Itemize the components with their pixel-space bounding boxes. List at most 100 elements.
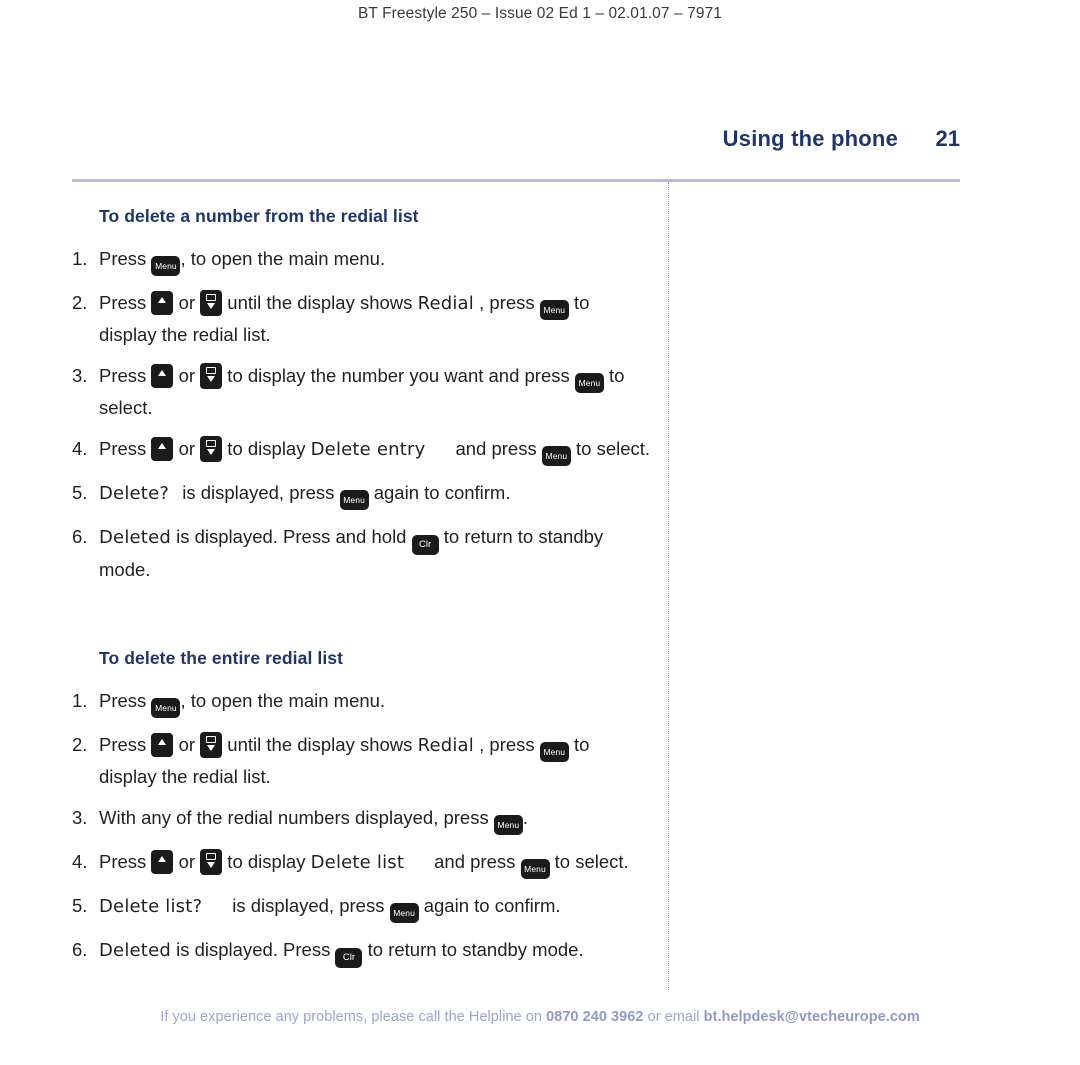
steps-list: 1. Press Menu, to open the main menu. 2. Pr… (72, 686, 652, 968)
up-arrow-key-icon (151, 291, 174, 315)
section-heading: To delete the entire redial list (99, 648, 344, 668)
footer-mid-text: or email (643, 1009, 704, 1025)
step-text: Press (99, 438, 152, 459)
step-item: 1. Press Menu, to open the main menu. (72, 244, 652, 276)
clr-key-icon: Clr (411, 535, 439, 555)
step-text: and press (434, 851, 521, 872)
step-text: to display the number you want and press (222, 365, 575, 386)
running-header: BT Freestyle 250 – Issue 02 Ed 1 – 02.01… (357, 5, 723, 22)
down-arrow-key-icon (200, 290, 223, 316)
display-glyph-icon (206, 736, 217, 743)
step-number: 6. (72, 939, 88, 960)
step-text: , to open the main menu. (180, 248, 386, 269)
section-heading: To delete a number from the redial list (99, 206, 419, 226)
step-number: 2. (72, 292, 88, 313)
display-glyph-icon (206, 853, 217, 860)
step-text: and press (455, 438, 542, 459)
step-text: Press (99, 734, 152, 755)
lcd-display-text: Delete list (310, 852, 405, 873)
display-glyph-icon (206, 367, 217, 374)
step-number: 4. (72, 851, 88, 872)
menu-key-icon: Menu (520, 859, 550, 879)
helpline-footer: If you experience any problems, please c… (0, 1009, 1080, 1025)
step-text: is displayed, press (232, 895, 390, 916)
footer-email-address: bt.helpdesk@vtecheurope.com (703, 1009, 920, 1025)
lcd-display-text: Deleted (99, 527, 171, 548)
step-text: until the display shows (222, 292, 418, 313)
step-number: 3. (72, 365, 88, 386)
step-item: 4. Press or to display Delete list and pre… (72, 847, 652, 879)
column-divider (668, 182, 669, 990)
lcd-display-text: Deleted (99, 940, 171, 961)
step-item: 5. Delete? is displayed, press Menu again… (72, 478, 652, 510)
step-text: , to open the main menu. (180, 690, 386, 711)
step-text: Press (99, 248, 152, 269)
step-text: to display (222, 438, 311, 459)
step-number: 6. (72, 526, 88, 547)
down-arrow-key-icon (200, 849, 223, 875)
menu-key-icon: Menu (151, 698, 181, 718)
step-number: 5. (72, 482, 88, 503)
down-arrow-key-icon (200, 732, 223, 758)
step-number: 1. (72, 248, 88, 269)
step-text: or (173, 438, 201, 459)
content-column: To delete a number from the redial list 1… (72, 206, 652, 980)
step-text: Press (99, 292, 152, 313)
step-item: 1. Press Menu, to open the main menu. (72, 686, 652, 718)
menu-key-icon: Menu (574, 373, 604, 393)
step-item: 2. Press or until the display shows Redia… (72, 288, 652, 349)
display-glyph-icon (206, 294, 217, 301)
page-number: 21 (935, 126, 960, 151)
step-text: With any of the redial numbers displayed… (99, 807, 494, 828)
up-arrow-key-icon (151, 364, 174, 388)
step-text: Press (99, 690, 152, 711)
step-text: or (173, 292, 201, 313)
menu-key-icon: Menu (493, 815, 523, 835)
lcd-display-text: Redial (417, 293, 474, 314)
page-section-title: Using the phone (722, 126, 898, 151)
step-text: or (173, 365, 201, 386)
step-item: 6. Deleted is displayed. Press and hold C… (72, 522, 652, 584)
step-item: 3. With any of the redial numbers display… (72, 803, 652, 835)
step-text: . (522, 807, 528, 828)
step-item: 2. Press or until the display shows Redia… (72, 730, 652, 791)
lcd-display-text: Redial (417, 735, 474, 756)
menu-key-icon: Menu (339, 490, 369, 510)
step-text: is displayed. Press (170, 939, 336, 960)
sections-root: To delete a number from the redial list 1… (72, 206, 652, 968)
step-text: or (173, 851, 201, 872)
clr-key-icon: Clr (335, 948, 363, 968)
page-header: Using the phone 21 (72, 126, 960, 152)
step-number: 2. (72, 734, 88, 755)
step-text: to return to standby mode. (362, 939, 584, 960)
up-arrow-key-icon (151, 733, 174, 757)
down-arrow-key-icon (200, 363, 223, 389)
step-item: 4. Press or to display Delete entry and pr… (72, 434, 652, 466)
down-arrow-key-icon (200, 436, 223, 462)
menu-key-icon: Menu (539, 300, 569, 320)
step-text: , press (474, 734, 540, 755)
menu-key-icon: Menu (389, 903, 419, 923)
step-text: Press (99, 851, 152, 872)
step-text: , press (474, 292, 540, 313)
step-item: 6. Deleted is displayed. Press Clr to ret… (72, 935, 652, 968)
step-text: Press (99, 365, 152, 386)
footer-phone-number: 0870 240 3962 (546, 1009, 644, 1025)
steps-list: 1. Press Menu, to open the main menu. 2. Pr… (72, 244, 652, 584)
step-number: 5. (72, 895, 88, 916)
step-text: is displayed, press (177, 482, 340, 503)
lcd-display-text: Delete list? (99, 896, 203, 917)
menu-key-icon: Menu (151, 256, 181, 276)
step-text: to select. (570, 438, 651, 459)
up-arrow-key-icon (151, 437, 174, 461)
step-text: is displayed. Press and hold (170, 526, 412, 547)
step-number: 1. (72, 690, 88, 711)
step-text: until the display shows (222, 734, 418, 755)
header-rule (72, 179, 960, 182)
step-text: or (173, 734, 201, 755)
step-text: to display (222, 851, 311, 872)
menu-key-icon: Menu (539, 742, 569, 762)
step-text: again to confirm. (368, 482, 511, 503)
up-arrow-key-icon (151, 850, 174, 874)
step-item: 5. Delete list? is displayed, press Menu a… (72, 891, 652, 923)
